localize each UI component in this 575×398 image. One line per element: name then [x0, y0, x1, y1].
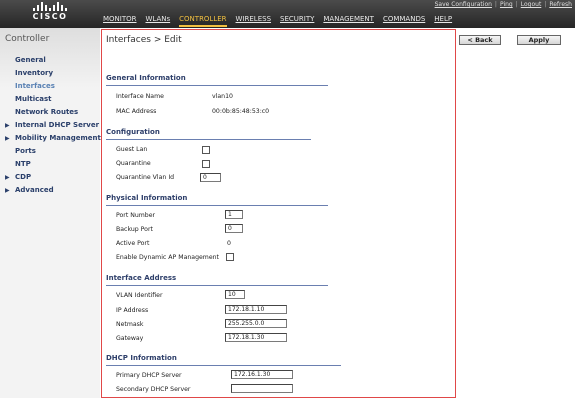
sidebar-item-network-routes[interactable]: Network Routes	[0, 106, 100, 119]
configuration-heading: Configuration	[106, 128, 311, 140]
quarantine-vlan-label: Quarantine Vlan Id	[116, 174, 175, 181]
sidebar-item-cdp[interactable]: ▶ CDP	[0, 171, 100, 184]
quarantine-vlan-input[interactable]: 0	[200, 173, 221, 182]
dhcp-information-heading: DHCP Information	[106, 354, 341, 366]
gateway-label: Gateway	[116, 335, 144, 342]
quarantine-label: Quarantine	[116, 160, 151, 167]
menu-help[interactable]: HELP	[434, 15, 452, 27]
sidebar-item-internal-dhcp-server[interactable]: ▶ Internal DHCP Server	[0, 119, 100, 132]
expand-arrow-icon: ▶	[5, 174, 10, 181]
sidebar-item-ports[interactable]: Ports	[0, 145, 100, 158]
menu-wireless[interactable]: WIRELESS	[236, 15, 271, 27]
gateway-input[interactable]: 172.18.1.30	[225, 333, 287, 342]
sidebar-item-label: Advanced	[15, 186, 54, 194]
interface-address-heading: Interface Address	[106, 274, 328, 286]
sidebar-item-label: Network Routes	[15, 108, 79, 116]
edit-panel: Interfaces > Edit General Information In…	[101, 29, 456, 398]
active-port-label: Active Port	[116, 240, 150, 247]
menu-commands[interactable]: COMMANDS	[383, 15, 425, 27]
general-information-heading: General Information	[106, 74, 328, 86]
sidebar-item-label: Multicast	[15, 95, 52, 103]
expand-arrow-icon: ▶	[5, 187, 10, 194]
save-configuration-link[interactable]: Save Configuration	[435, 1, 492, 8]
sidebar-item-label: General	[15, 56, 46, 64]
sidebar-item-label: Interfaces	[15, 82, 55, 90]
sidebar-item-label: Ports	[15, 147, 36, 155]
sidebar-item-inventory[interactable]: Inventory	[0, 67, 100, 80]
ip-address-input[interactable]: 172.18.1.10	[225, 305, 287, 314]
dynamic-ap-management-label: Enable Dynamic AP Management	[116, 254, 219, 261]
active-port-value: 0	[227, 240, 231, 247]
ping-link[interactable]: Ping	[500, 1, 513, 8]
main-menu: MONITOR WLANs CONTROLLER WIRELESS SECURI…	[103, 15, 461, 27]
ip-address-label: IP Address	[116, 307, 149, 314]
physical-information-heading: Physical Information	[106, 194, 328, 206]
primary-dhcp-server-input[interactable]: 172.16.1.30	[231, 370, 293, 379]
sidebar-item-label: NTP	[15, 160, 31, 168]
secondary-dhcp-server-input[interactable]	[231, 384, 293, 393]
apply-button[interactable]: Apply	[517, 35, 561, 45]
sidebar-item-mobility-management[interactable]: ▶ Mobility Management	[0, 132, 101, 145]
netmask-input[interactable]: 255.255.0.0	[225, 319, 287, 328]
brand-text: CISCO	[32, 12, 68, 21]
netmask-label: Netmask	[116, 321, 144, 328]
top-bar: CISCO Save Configuration | Ping | Logout | Ref…	[0, 0, 575, 28]
sidebar-item-label: Inventory	[15, 69, 54, 77]
backup-port-label: Backup Port	[116, 226, 153, 233]
page-title: Interfaces > Edit	[106, 35, 182, 45]
menu-monitor[interactable]: MONITOR	[103, 15, 137, 27]
guest-lan-checkbox[interactable]	[202, 146, 210, 154]
vlan-identifier-label: VLAN Identifier	[116, 292, 163, 299]
sidebar-item-multicast[interactable]: Multicast	[0, 93, 100, 106]
interface-name-label: Interface Name	[116, 93, 164, 100]
primary-dhcp-server-label: Primary DHCP Server	[116, 372, 182, 379]
menu-security[interactable]: SECURITY	[280, 15, 314, 27]
refresh-link[interactable]: Refresh	[549, 1, 572, 8]
sidebar-item-ntp[interactable]: NTP	[0, 158, 100, 171]
top-links: Save Configuration | Ping | Logout | Refresh	[434, 1, 572, 8]
logout-link[interactable]: Logout	[521, 1, 542, 8]
sidebar-item-advanced[interactable]: ▶ Advanced	[0, 184, 100, 197]
menu-management[interactable]: MANAGEMENT	[323, 15, 374, 27]
sidebar-item-general[interactable]: General	[0, 54, 100, 67]
sidebar: Controller General Inventory Interfaces …	[0, 28, 101, 398]
vlan-identifier-input[interactable]: 10	[225, 290, 245, 299]
sidebar-item-label: Internal DHCP Server	[15, 121, 100, 129]
guest-lan-label: Guest Lan	[116, 146, 148, 153]
backup-port-input[interactable]: 0	[225, 224, 243, 233]
expand-arrow-icon: ▶	[5, 135, 10, 142]
mac-address-label: MAC Address	[116, 108, 157, 115]
quarantine-checkbox[interactable]	[202, 160, 210, 168]
cisco-logo-icon	[30, 2, 70, 11]
menu-wlans[interactable]: WLANs	[146, 15, 171, 27]
sidebar-item-label: CDP	[15, 173, 32, 181]
mac-address-value: 00:0b:85:48:53:c0	[212, 108, 270, 115]
interface-name-value: vlan10	[212, 93, 233, 100]
secondary-dhcp-server-label: Secondary DHCP Server	[116, 386, 191, 393]
port-number-label: Port Number	[116, 212, 156, 219]
sidebar-item-interfaces[interactable]: Interfaces	[0, 80, 100, 93]
sidebar-title: Controller	[5, 34, 50, 44]
menu-controller[interactable]: CONTROLLER	[179, 15, 227, 27]
back-button[interactable]: < Back	[459, 35, 501, 45]
port-number-input[interactable]: 1	[225, 210, 243, 219]
sidebar-item-label: Mobility Management	[15, 134, 101, 142]
cisco-logo: CISCO	[30, 2, 70, 21]
expand-arrow-icon: ▶	[5, 122, 10, 129]
dynamic-ap-management-checkbox[interactable]	[226, 253, 234, 261]
